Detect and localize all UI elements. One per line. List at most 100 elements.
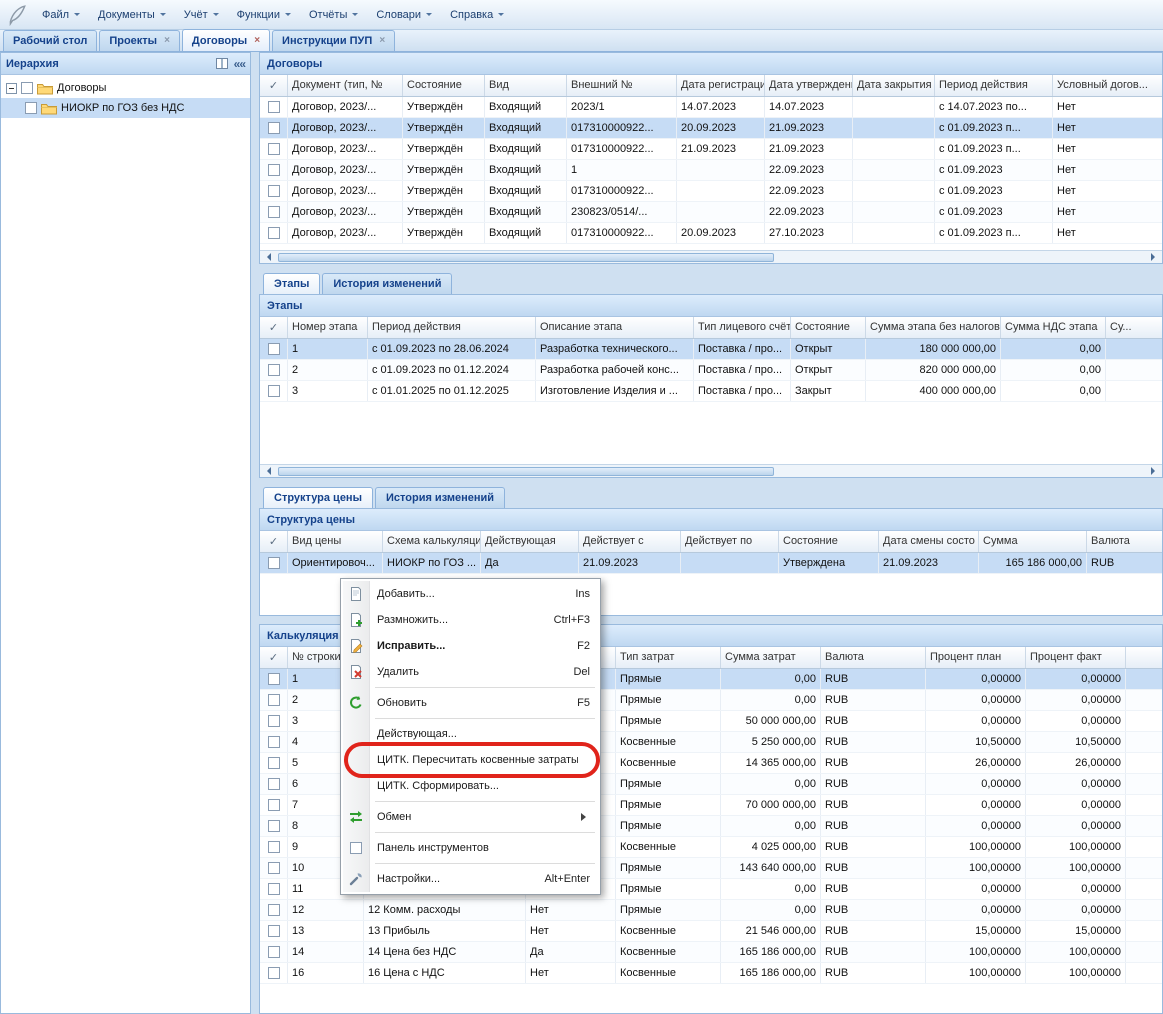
column-header[interactable]: Описание этапа xyxy=(536,317,694,338)
check-column-header[interactable]: ✓ xyxy=(260,531,288,552)
column-header[interactable]: Действующая xyxy=(481,531,579,552)
grid-icon[interactable] xyxy=(216,58,228,69)
stages-row[interactable]: 2 с 01.09.2023 по 01.12.2024 Разработка … xyxy=(260,360,1162,381)
row-checkbox[interactable] xyxy=(268,185,280,197)
row-checkbox[interactable] xyxy=(268,101,280,113)
menubar-item[interactable]: Документы xyxy=(90,5,174,25)
scroll-left-icon[interactable] xyxy=(260,251,276,263)
stages-row[interactable]: 1 с 01.09.2023 по 28.06.2024 Разработка … xyxy=(260,339,1162,360)
contracts-row[interactable]: Договор, 2023/... Утверждён Входящий 202… xyxy=(260,97,1162,118)
row-checkbox[interactable] xyxy=(268,557,280,569)
row-checkbox[interactable] xyxy=(268,673,280,685)
row-checkbox[interactable] xyxy=(268,841,280,853)
menubar-item[interactable]: Функции xyxy=(229,5,299,25)
tree-node-root[interactable]: Договоры xyxy=(1,78,250,98)
horizontal-splitter[interactable] xyxy=(259,264,1163,272)
column-header[interactable]: Дата закрытия xyxy=(853,75,935,96)
contracts-row[interactable]: Договор, 2023/... Утверждён Входящий 230… xyxy=(260,202,1162,223)
column-header[interactable]: Условный догов... xyxy=(1053,75,1163,96)
column-header[interactable]: Сумма НДС этапа xyxy=(1001,317,1106,338)
context-menu-item[interactable]: ЦИТК. Пересчитать косвенные затраты... xyxy=(343,747,598,773)
scroll-right-icon[interactable] xyxy=(1146,251,1162,263)
context-menu-item[interactable]: Удалить Del xyxy=(343,659,598,685)
contracts-row[interactable]: Договор, 2023/... Утверждён Входящий 017… xyxy=(260,118,1162,139)
column-header[interactable]: Вид цены xyxy=(288,531,383,552)
column-header[interactable]: Тип лицевого счёт xyxy=(694,317,791,338)
context-menu-item[interactable]: Добавить... Ins xyxy=(343,581,598,607)
contracts-row[interactable]: Договор, 2023/... Утверждён Входящий 017… xyxy=(260,181,1162,202)
main-tab[interactable]: Инструкции ПУП × xyxy=(272,30,395,51)
column-header[interactable]: Валюта xyxy=(821,647,926,668)
row-checkbox[interactable] xyxy=(268,122,280,134)
row-checkbox[interactable] xyxy=(268,799,280,811)
menubar-item[interactable]: Отчёты xyxy=(301,5,366,25)
column-header[interactable]: Состояние xyxy=(791,317,866,338)
column-header[interactable]: Схема калькуляци xyxy=(383,531,481,552)
column-header[interactable]: Процент план xyxy=(926,647,1026,668)
column-header[interactable]: Документ (тип, № xyxy=(288,75,403,96)
column-header[interactable]: Валюта xyxy=(1087,531,1163,552)
row-checkbox[interactable] xyxy=(268,967,280,979)
calculation-row[interactable]: 14 14 Цена без НДС Да Косвенные 165 186 … xyxy=(260,942,1162,963)
row-checkbox[interactable] xyxy=(268,736,280,748)
column-header[interactable]: Сумма затрат xyxy=(721,647,821,668)
menubar-item[interactable]: Словари xyxy=(368,5,440,25)
main-tab[interactable]: Договоры × xyxy=(182,29,270,51)
stages-tab[interactable]: История изменений xyxy=(322,273,452,294)
scroll-right-icon[interactable] xyxy=(1146,465,1162,477)
column-header[interactable]: Внешний № xyxy=(567,75,677,96)
column-header[interactable]: Тип затрат xyxy=(616,647,721,668)
stages-tab[interactable]: Этапы xyxy=(263,273,320,294)
collapse-left-icon[interactable]: «« xyxy=(234,58,245,70)
column-header[interactable]: Дата регистрации xyxy=(677,75,765,96)
column-header[interactable]: Состояние xyxy=(779,531,879,552)
column-header[interactable]: Вид xyxy=(485,75,567,96)
row-checkbox[interactable] xyxy=(268,904,280,916)
column-header[interactable]: Дата смены состо xyxy=(879,531,979,552)
row-checkbox[interactable] xyxy=(268,227,280,239)
main-tab[interactable]: Проекты × xyxy=(99,30,180,51)
row-checkbox[interactable] xyxy=(268,364,280,376)
menu-item-checkbox[interactable] xyxy=(350,842,362,854)
row-checkbox[interactable] xyxy=(268,164,280,176)
column-header[interactable]: Сумма xyxy=(979,531,1087,552)
column-header[interactable]: Период действия xyxy=(935,75,1053,96)
column-header[interactable]: Действует с xyxy=(579,531,681,552)
check-column-header[interactable]: ✓ xyxy=(260,317,288,338)
contracts-row[interactable]: Договор, 2023/... Утверждён Входящий 017… xyxy=(260,223,1162,244)
column-header[interactable]: Состояние xyxy=(403,75,485,96)
calculation-row[interactable]: 12 12 Комм. расходы Нет Прямые 0,00 RUB … xyxy=(260,900,1162,921)
context-menu-item[interactable]: Действующая... xyxy=(343,721,598,747)
stages-row[interactable]: 3 с 01.01.2025 по 01.12.2025 Изготовлени… xyxy=(260,381,1162,402)
context-menu-item[interactable]: Настройки... Alt+Enter xyxy=(343,866,598,892)
context-menu-item[interactable]: ЦИТК. Сформировать... xyxy=(343,773,598,799)
column-header[interactable]: Период действия xyxy=(368,317,536,338)
vertical-splitter[interactable] xyxy=(251,52,259,1014)
contracts-row[interactable]: Договор, 2023/... Утверждён Входящий 1 2… xyxy=(260,160,1162,181)
menubar-item[interactable]: Учёт xyxy=(176,5,227,25)
row-checkbox[interactable] xyxy=(268,343,280,355)
stages-horizontal-scrollbar[interactable] xyxy=(260,464,1162,477)
context-menu-item[interactable]: Размножить... Ctrl+F3 xyxy=(343,607,598,633)
price-tab[interactable]: Структура цены xyxy=(263,487,373,508)
tab-close-icon[interactable]: × xyxy=(164,36,170,46)
column-header[interactable]: Действует по xyxy=(681,531,779,552)
row-checkbox[interactable] xyxy=(268,715,280,727)
row-checkbox[interactable] xyxy=(268,143,280,155)
tab-close-icon[interactable]: × xyxy=(379,36,385,46)
column-header[interactable]: Номер этапа xyxy=(288,317,368,338)
row-checkbox[interactable] xyxy=(268,385,280,397)
contracts-row[interactable]: Договор, 2023/... Утверждён Входящий 017… xyxy=(260,139,1162,160)
row-checkbox[interactable] xyxy=(268,946,280,958)
tree-node-child[interactable]: НИОКР по ГОЗ без НДС xyxy=(1,98,250,118)
row-checkbox[interactable] xyxy=(268,820,280,832)
row-checkbox[interactable] xyxy=(268,694,280,706)
calculation-row[interactable]: 16 16 Цена с НДС Нет Косвенные 165 186 0… xyxy=(260,963,1162,984)
row-checkbox[interactable] xyxy=(268,862,280,874)
row-checkbox[interactable] xyxy=(268,206,280,218)
tree-checkbox[interactable] xyxy=(25,102,37,114)
horizontal-splitter[interactable] xyxy=(259,478,1163,486)
column-header[interactable]: Дата утверждения xyxy=(765,75,853,96)
calculation-row[interactable]: 13 13 Прибыль Нет Косвенные 21 546 000,0… xyxy=(260,921,1162,942)
row-checkbox[interactable] xyxy=(268,757,280,769)
